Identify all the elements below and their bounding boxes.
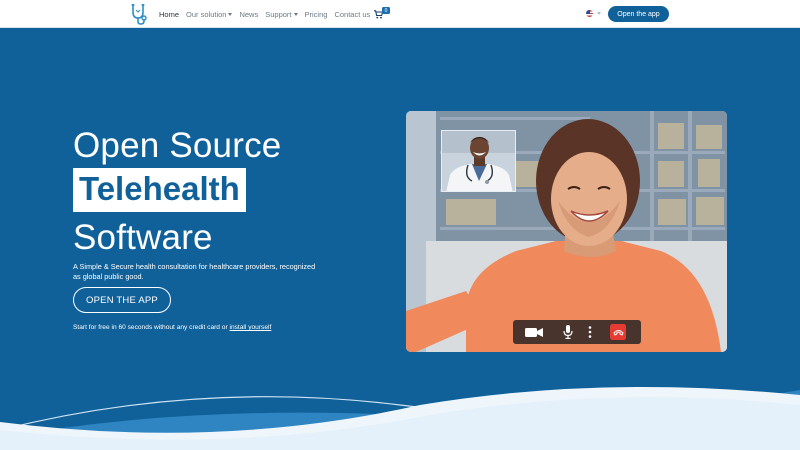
nav-news[interactable]: News [239,10,258,19]
more-options-button[interactable] [585,324,595,340]
nav-news-label: News [239,9,259,19]
hang-up-button[interactable] [610,324,626,340]
language-selector[interactable] [586,10,601,17]
nav-contact-us[interactable]: Contact us [334,10,370,19]
camera-icon [525,327,543,337]
top-navbar: Home Our solution News Support Pricing C… [0,0,800,28]
hang-up-icon [612,329,624,336]
hero-title-line3: Software [73,218,213,257]
hero-title-highlight: Telehealth [73,168,246,212]
open-the-app-button[interactable]: OPEN THE APP [73,287,171,313]
hero-title-line1: Open Source [73,126,282,165]
microphone-button[interactable] [561,324,575,340]
hero-note: Start for free in 60 seconds without any… [73,324,271,331]
hero-note-text: Start for free in 60 seconds without any… [73,324,230,331]
nav-support[interactable]: Support [265,9,298,19]
nav-contact-us-label: Contact us [334,9,371,19]
camera-button[interactable] [524,324,544,340]
stethoscope-logo-icon[interactable] [128,3,148,26]
chevron-down-icon [228,12,233,16]
microphone-icon [563,325,573,339]
nav-links: Home Our solution News Support Pricing C… [159,0,370,28]
nav-pricing[interactable]: Pricing [305,10,328,19]
pip-video [441,130,516,192]
nav-our-solution[interactable]: Our solution [186,9,233,19]
call-controls-bar [513,320,641,344]
nav-home[interactable]: Home [159,10,179,19]
hero-subtitle: A Simple & Secure health consultation fo… [73,262,316,282]
cart-button[interactable]: 0 [374,7,392,20]
us-flag-icon [586,10,593,17]
open-app-nav-button[interactable]: Open the app [608,6,669,22]
install-yourself-link[interactable]: install yourself [230,324,272,331]
nav-our-solution-label: Our solution [186,9,227,19]
nav-home-label: Home [159,9,180,19]
chevron-down-icon [293,12,298,16]
cart-count-badge: 0 [382,7,390,14]
doctor-with-stethoscope-image [442,131,515,191]
nav-pricing-label: Pricing [304,9,328,19]
more-vertical-icon [588,326,592,338]
decorative-wave [0,387,800,450]
chevron-down-icon [597,12,601,15]
nav-support-label: Support [265,9,292,19]
